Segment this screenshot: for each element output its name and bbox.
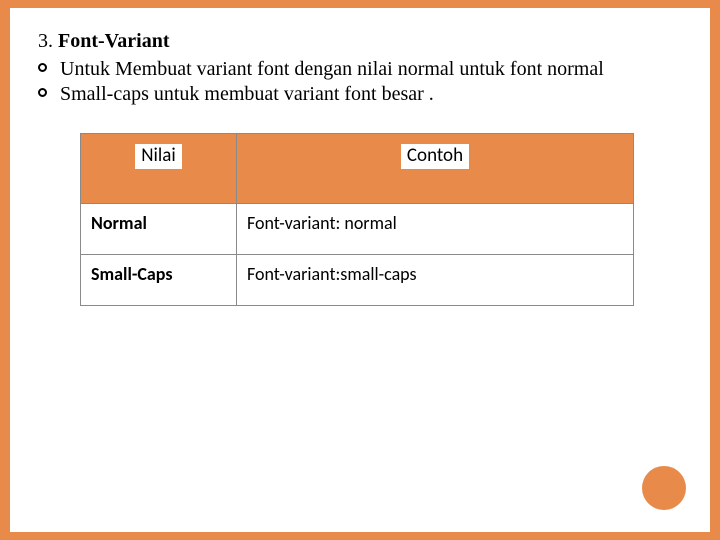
list-item-text: Small-caps untuk membuat variant font be… [60, 83, 434, 105]
table-header-nilai: Nilai [81, 134, 237, 204]
cell-example: Font-variant:small-caps [237, 255, 634, 306]
table-header-row: Nilai Contoh [81, 134, 634, 204]
bullet-list: Untuk Membuat variant font dengan nilai … [38, 57, 682, 107]
heading-number: 3. [38, 30, 53, 52]
cell-value: Small-Caps [81, 255, 237, 306]
section-heading: 3. Font-Variant [38, 30, 682, 53]
list-item: Untuk Membuat variant font dengan nilai … [38, 57, 682, 82]
table-header-contoh: Contoh [237, 134, 634, 204]
heading-title: Font-Variant [58, 30, 169, 52]
list-item-text: Untuk Membuat variant font dengan nilai … [60, 58, 604, 80]
table-row: Normal Font-variant: normal [81, 204, 634, 255]
slide-card: 3. Font-Variant Untuk Membuat variant fo… [10, 8, 710, 532]
header-label: Nilai [135, 144, 181, 169]
list-item: Small-caps untuk membuat variant font be… [38, 82, 682, 107]
font-variant-table: Nilai Contoh Normal Font-variant: normal… [80, 133, 634, 306]
corner-decoration-circle [642, 466, 686, 510]
cell-value: Normal [81, 204, 237, 255]
cell-example: Font-variant: normal [237, 204, 634, 255]
table-row: Small-Caps Font-variant:small-caps [81, 255, 634, 306]
header-label: Contoh [401, 144, 469, 169]
